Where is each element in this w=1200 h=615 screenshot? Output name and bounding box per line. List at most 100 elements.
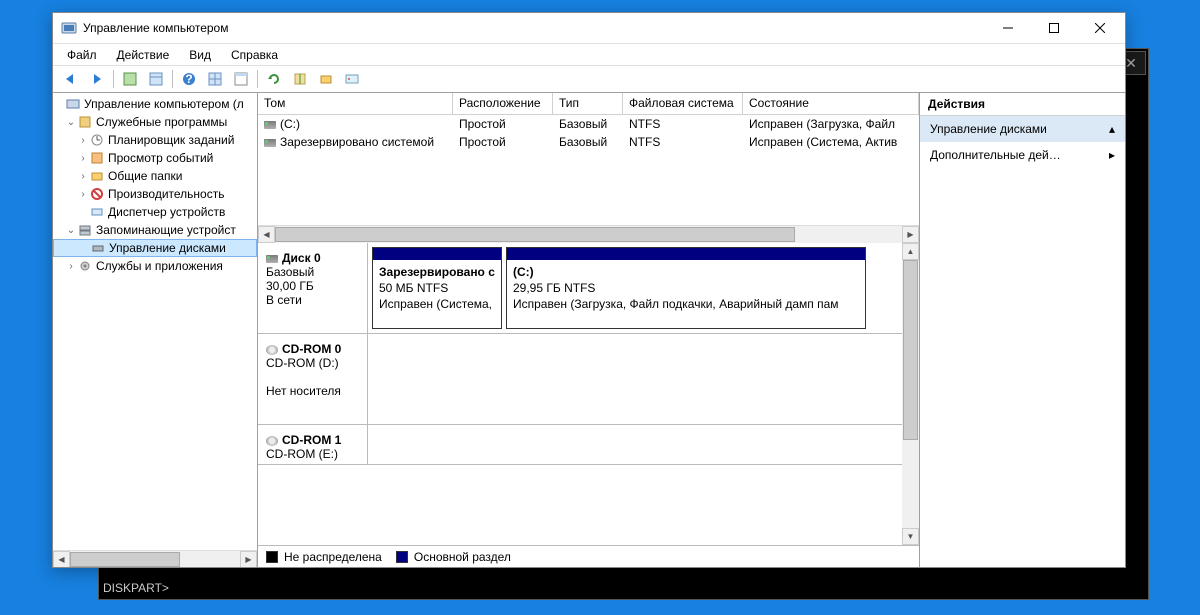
- scrollbar-track[interactable]: [70, 551, 240, 568]
- col-volume[interactable]: Том: [258, 93, 453, 115]
- scroll-right-button[interactable]: ▶: [902, 226, 919, 243]
- scrollbar-thumb[interactable]: [903, 260, 918, 440]
- close-button[interactable]: [1077, 13, 1123, 43]
- partition-system-reserved[interactable]: Зарезервировано с 50 МБ NTFS Исправен (С…: [372, 247, 502, 329]
- volumes-horizontal-scrollbar[interactable]: ◀ ▶: [258, 225, 919, 242]
- cell-fs: NTFS: [623, 117, 743, 131]
- tree-shared-folders[interactable]: ›Общие папки: [53, 167, 257, 185]
- disk-block[interactable]: Диск 0 Базовый 30,00 ГБ В сети Зарезерви…: [258, 243, 902, 334]
- actions-header: Действия: [920, 93, 1125, 116]
- col-status[interactable]: Состояние: [743, 93, 919, 115]
- tree-task-scheduler[interactable]: › Планировщик заданий: [53, 131, 257, 149]
- forward-button[interactable]: [85, 68, 109, 90]
- tree-disk-management[interactable]: Управление дисками: [53, 239, 257, 257]
- tree-label: Службы и приложения: [96, 259, 223, 273]
- tool-detail-icon[interactable]: [229, 68, 253, 90]
- tree-system-tools[interactable]: ⌄Служебные программы: [53, 113, 257, 131]
- tool-refresh-icon[interactable]: [262, 68, 286, 90]
- cdrom-icon: [266, 436, 278, 446]
- tree-label: Запоминающие устройст: [96, 223, 236, 237]
- scroll-down-button[interactable]: ▼: [902, 528, 919, 545]
- partition-c[interactable]: (C:) 29,95 ГБ NTFS Исправен (Загрузка, Ф…: [506, 247, 866, 329]
- partition-title: Зарезервировано с: [379, 264, 495, 280]
- computer-management-window: Управление компьютером Файл Действие Вид…: [52, 12, 1126, 568]
- scrollbar-thumb[interactable]: [70, 552, 180, 567]
- computer-icon: [65, 96, 81, 112]
- legend-primary: Основной раздел: [414, 550, 511, 564]
- tool-settings-icon[interactable]: [340, 68, 364, 90]
- disk-legend: Не распределена Основной раздел: [258, 545, 919, 567]
- actions-disk-management[interactable]: Управление дисками ▴: [920, 116, 1125, 142]
- tree-device-manager[interactable]: Диспетчер устройств: [53, 203, 257, 221]
- volumes-header-row: Том Расположение Тип Файловая система Со…: [258, 93, 919, 115]
- actions-pane: Действия Управление дисками ▴ Дополнител…: [920, 93, 1125, 567]
- event-icon: [89, 150, 105, 166]
- menu-action[interactable]: Действие: [109, 46, 178, 64]
- volume-row[interactable]: Зарезервировано системой Простой Базовый…: [258, 133, 919, 151]
- col-type[interactable]: Тип: [553, 93, 623, 115]
- scroll-right-button[interactable]: ▶: [240, 551, 257, 568]
- partition-body: (C:) 29,95 ГБ NTFS Исправен (Загрузка, Ф…: [507, 260, 865, 328]
- scrollbar-thumb[interactable]: [275, 227, 795, 242]
- disk-size: 30,00 ГБ: [266, 279, 359, 293]
- scrollbar-track[interactable]: [275, 226, 902, 243]
- disk-block[interactable]: CD-ROM 0 CD-ROM (D:) Нет носителя: [258, 334, 902, 425]
- maximize-button[interactable]: [1031, 13, 1077, 43]
- col-filesystem[interactable]: Файловая система: [623, 93, 743, 115]
- legend-unallocated: Не распределена: [284, 550, 382, 564]
- app-icon: [61, 20, 77, 36]
- minimize-button[interactable]: [985, 13, 1031, 43]
- tree-performance[interactable]: ›Производительность: [53, 185, 257, 203]
- tool-action-icon[interactable]: [314, 68, 338, 90]
- volume-row[interactable]: (C:) Простой Базовый NTFS Исправен (Загр…: [258, 115, 919, 133]
- menu-help[interactable]: Справка: [223, 46, 286, 64]
- actions-item-label: Дополнительные дей…: [930, 148, 1061, 162]
- scroll-left-button[interactable]: ◀: [53, 551, 70, 568]
- tree-label: Диспетчер устройств: [108, 205, 225, 219]
- tree-storage[interactable]: ⌄ Запоминающие устройст: [53, 221, 257, 239]
- disk-block[interactable]: CD-ROM 1 CD-ROM (E:): [258, 425, 902, 465]
- tree-services-apps[interactable]: › Службы и приложения: [53, 257, 257, 275]
- tool-help-icon[interactable]: ?: [177, 68, 201, 90]
- tree-label: Управление компьютером (л: [84, 97, 244, 111]
- toolbar: ?: [53, 65, 1125, 93]
- disk-state: Нет носителя: [266, 384, 359, 398]
- disks-graphic-area: Диск 0 Базовый 30,00 ГБ В сети Зарезерви…: [258, 243, 919, 545]
- disks-vertical-scrollbar[interactable]: ▲ ▼: [902, 243, 919, 545]
- titlebar[interactable]: Управление компьютером: [53, 13, 1125, 43]
- tree-label: Просмотр событий: [108, 151, 213, 165]
- tool-rescan-icon[interactable]: [288, 68, 312, 90]
- cell-status: Исправен (Система, Актив: [743, 135, 919, 149]
- cell-type: Базовый: [553, 117, 623, 131]
- scrollbar-track[interactable]: [902, 260, 919, 528]
- back-button[interactable]: [59, 68, 83, 90]
- expand-icon[interactable]: ›: [77, 135, 89, 146]
- partition-header: [373, 248, 501, 260]
- expand-icon[interactable]: ›: [65, 261, 77, 272]
- expand-icon[interactable]: ›: [77, 153, 89, 164]
- disk-info: Диск 0 Базовый 30,00 ГБ В сети: [258, 243, 368, 333]
- tool-view-icon[interactable]: [144, 68, 168, 90]
- actions-item-label: Управление дисками: [930, 122, 1047, 136]
- expand-icon[interactable]: ›: [77, 171, 89, 182]
- actions-more[interactable]: Дополнительные дей… ▸: [920, 142, 1125, 168]
- tree-label: Планировщик заданий: [108, 133, 234, 147]
- expand-icon[interactable]: ›: [77, 189, 89, 200]
- tree-root[interactable]: Управление компьютером (л: [53, 95, 257, 113]
- scroll-up-button[interactable]: ▲: [902, 243, 919, 260]
- tool-list-icon[interactable]: [203, 68, 227, 90]
- tree-horizontal-scrollbar[interactable]: ◀ ▶: [53, 550, 257, 567]
- toolbar-separator: [113, 70, 114, 88]
- tree-event-viewer[interactable]: › Просмотр событий: [53, 149, 257, 167]
- console-tree[interactable]: Управление компьютером (л ⌄Служебные про…: [53, 93, 257, 550]
- scroll-left-button[interactable]: ◀: [258, 226, 275, 243]
- legend-swatch-primary: [396, 551, 408, 563]
- collapse-icon[interactable]: ⌄: [65, 117, 77, 128]
- menu-view[interactable]: Вид: [181, 46, 219, 64]
- cell-layout: Простой: [453, 117, 553, 131]
- col-layout[interactable]: Расположение: [453, 93, 553, 115]
- menu-file[interactable]: Файл: [59, 46, 105, 64]
- tool-properties-icon[interactable]: [118, 68, 142, 90]
- collapse-icon[interactable]: ⌄: [65, 225, 77, 236]
- legend-swatch-unallocated: [266, 551, 278, 563]
